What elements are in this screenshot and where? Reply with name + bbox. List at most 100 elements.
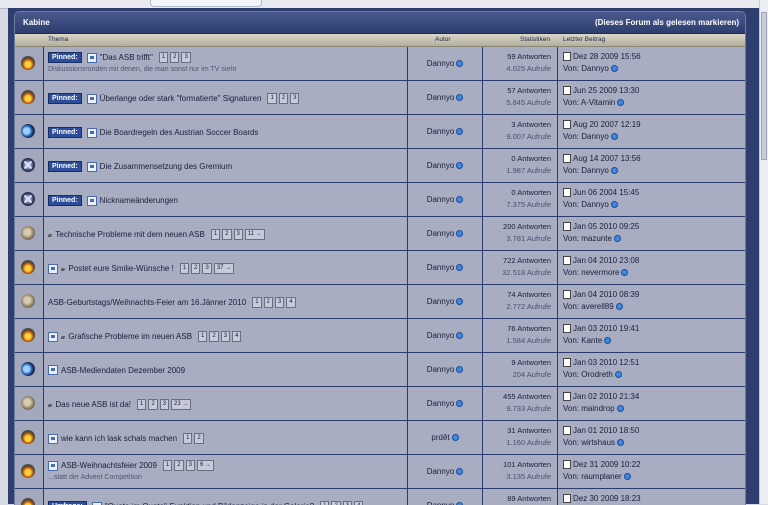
author-link[interactable]: Dannyo	[427, 229, 455, 238]
last-post-icon[interactable]	[563, 290, 571, 299]
topic-title-link[interactable]: Überlange oder stark "formatierte" Signa…	[100, 94, 262, 103]
last-post-icon[interactable]	[563, 154, 571, 163]
profile-arrow-icon[interactable]	[611, 201, 618, 208]
last-post-icon[interactable]	[563, 426, 571, 435]
profile-arrow-icon[interactable]	[604, 337, 611, 344]
last-post-author[interactable]: Von: wirtshaus	[563, 438, 615, 447]
profile-arrow-icon[interactable]	[456, 264, 463, 271]
last-post-icon[interactable]	[563, 392, 571, 401]
last-post-date[interactable]: Jan 04 2010 08:39	[573, 290, 639, 299]
column-last-post[interactable]: Letzter Beitrag	[563, 36, 605, 43]
page-link[interactable]: 4	[354, 501, 363, 505]
last-post-author[interactable]: Von: nevermore	[563, 268, 619, 277]
last-post-icon[interactable]	[563, 460, 571, 469]
new-post-icon[interactable]	[87, 162, 97, 172]
last-post-author[interactable]: Von: Dannyo	[563, 166, 609, 175]
profile-arrow-icon[interactable]	[456, 366, 463, 373]
last-post-author[interactable]: Von: maindrop	[563, 404, 615, 413]
page-link[interactable]: 1	[252, 297, 261, 308]
profile-arrow-icon[interactable]	[456, 400, 463, 407]
author-link[interactable]: Dannyo	[427, 93, 455, 102]
last-post-icon[interactable]	[563, 188, 571, 197]
author-link[interactable]: Dannyo	[427, 161, 455, 170]
profile-arrow-icon[interactable]	[621, 269, 628, 276]
profile-arrow-icon[interactable]	[617, 405, 624, 412]
last-post-icon[interactable]	[563, 494, 571, 503]
mark-read-link[interactable]: (Dieses Forum als gelesen markieren)	[595, 12, 739, 33]
page-link[interactable]: 1	[137, 399, 146, 410]
last-post-date[interactable]: Dez 28 2009 15:56	[573, 52, 641, 61]
author-link[interactable]: Dannyo	[427, 399, 455, 408]
profile-arrow-icon[interactable]	[452, 434, 459, 441]
last-post-icon[interactable]	[563, 358, 571, 367]
page-link[interactable]: 3	[160, 399, 169, 410]
page-link[interactable]: 2	[170, 52, 179, 63]
new-post-icon[interactable]	[48, 434, 58, 444]
new-post-icon[interactable]	[87, 53, 97, 63]
profile-arrow-icon[interactable]	[624, 473, 631, 480]
profile-arrow-icon[interactable]	[611, 133, 618, 140]
profile-arrow-icon[interactable]	[456, 196, 463, 203]
last-post-date[interactable]: Aug 20 2007 12:19	[573, 120, 641, 129]
last-post-author[interactable]: Von: A-Vitamin	[563, 98, 615, 107]
page-link[interactable]: 1	[183, 433, 192, 444]
page-link[interactable]: 2	[191, 263, 200, 274]
page-link[interactable]: 2	[264, 297, 273, 308]
page-link[interactable]: 4	[232, 331, 241, 342]
author-link[interactable]: Dannyo	[427, 127, 455, 136]
topic-title-link[interactable]: ASB-Mediendaten Dezember 2009	[61, 366, 185, 375]
new-post-icon[interactable]	[48, 332, 58, 342]
author-link[interactable]: Dannyo	[427, 501, 455, 505]
topic-title-link[interactable]: Technische Probleme mit dem neuen ASB	[55, 230, 204, 239]
last-post-icon[interactable]	[563, 120, 571, 129]
profile-arrow-icon[interactable]	[611, 65, 618, 72]
last-post-date[interactable]: Jan 05 2010 09:25	[573, 222, 639, 231]
last-post-icon[interactable]	[563, 256, 571, 265]
page-link[interactable]: 1	[320, 501, 329, 505]
last-post-date[interactable]: Jun 25 2009 13:30	[573, 86, 639, 95]
last-post-author[interactable]: Von: averell89	[563, 302, 614, 311]
page-link[interactable]: 1	[267, 93, 276, 104]
profile-arrow-icon[interactable]	[456, 128, 463, 135]
topic-title-link[interactable]: Die Zusammensetzung des Gremium	[100, 162, 233, 171]
last-post-date[interactable]: Dez 31 2009 10:22	[573, 460, 641, 469]
page-link[interactable]: 2	[331, 501, 340, 505]
topic-title-link[interactable]: Das neue ASB ist da!	[55, 400, 131, 409]
page-link[interactable]: 3	[181, 52, 190, 63]
new-post-icon[interactable]	[87, 128, 97, 138]
page-link[interactable]: 1	[211, 229, 220, 240]
page-link[interactable]: 3	[234, 229, 243, 240]
last-post-date[interactable]: Jan 01 2010 18:50	[573, 426, 639, 435]
new-post-icon[interactable]	[87, 196, 97, 206]
last-post-author[interactable]: Von: Dannyo	[563, 200, 609, 209]
author-link[interactable]: Dannyo	[427, 297, 455, 306]
page-link[interactable]: 2	[209, 331, 218, 342]
page-link[interactable]: 3	[275, 297, 284, 308]
column-author[interactable]: Autor	[435, 36, 451, 43]
browser-tab[interactable]	[150, 0, 262, 7]
last-post-author[interactable]: Von: Kante	[563, 336, 602, 345]
profile-arrow-icon[interactable]	[456, 94, 463, 101]
page-link[interactable]: 1	[180, 263, 189, 274]
page-link[interactable]: 6 →	[197, 460, 214, 471]
page-link[interactable]: 2	[194, 433, 203, 444]
topic-title-link[interactable]: ASB-Weihnachtsfeier 2009	[61, 461, 157, 470]
page-link[interactable]: 3	[186, 460, 195, 471]
new-post-icon[interactable]	[92, 502, 102, 505]
author-link[interactable]: Dannyo	[427, 467, 455, 476]
page-link[interactable]: 1	[159, 52, 168, 63]
last-post-date[interactable]: Jan 03 2010 19:41	[573, 324, 639, 333]
column-topic[interactable]: Thema	[48, 36, 68, 43]
profile-arrow-icon[interactable]	[456, 468, 463, 475]
new-post-icon[interactable]	[48, 365, 58, 375]
last-post-author[interactable]: Von: raumplaner	[563, 472, 622, 481]
profile-arrow-icon[interactable]	[616, 303, 623, 310]
last-post-author[interactable]: Von: Orodreth	[563, 370, 613, 379]
profile-arrow-icon[interactable]	[456, 332, 463, 339]
author-link[interactable]: Dannyo	[427, 59, 455, 68]
profile-arrow-icon[interactable]	[615, 371, 622, 378]
profile-arrow-icon[interactable]	[614, 235, 621, 242]
vertical-scrollbar[interactable]	[759, 0, 768, 504]
last-post-icon[interactable]	[563, 86, 571, 95]
page-link[interactable]: 37 →	[214, 263, 234, 274]
